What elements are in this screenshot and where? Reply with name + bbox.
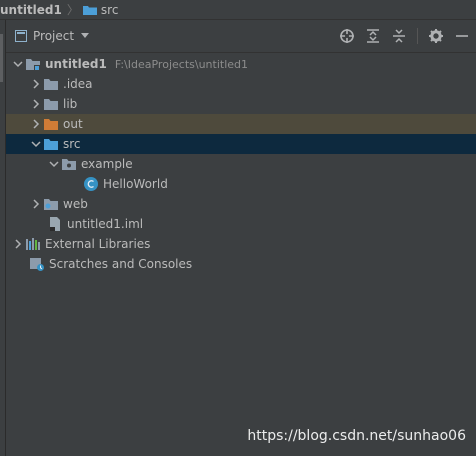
library-icon xyxy=(26,238,40,250)
tree-row-scratches[interactable]: Scratches and Consoles xyxy=(6,254,476,274)
chevron-right-icon[interactable] xyxy=(29,74,43,94)
chevron-down-icon[interactable] xyxy=(81,33,90,39)
tree-item-label: External Libraries xyxy=(45,237,151,251)
project-name: untitled1 xyxy=(45,57,107,71)
tree-row-src[interactable]: src xyxy=(6,134,476,154)
tree-row-external-libraries[interactable]: External Libraries xyxy=(6,234,476,254)
toolbar-actions xyxy=(329,20,476,52)
project-toolbar: Project xyxy=(6,20,476,53)
chevron-right-icon[interactable] xyxy=(29,94,43,114)
package-icon xyxy=(62,159,76,170)
tree-item-label: web xyxy=(63,197,88,211)
collapse-all-icon[interactable] xyxy=(391,28,407,44)
tree-item-label: Scratches and Consoles xyxy=(49,257,193,271)
toolbar-divider xyxy=(417,28,418,44)
tree-row-iml[interactable]: untitled1.iml xyxy=(6,214,476,234)
tree-item-label: .idea xyxy=(63,77,93,91)
tree-item-label: out xyxy=(63,117,83,131)
breadcrumb-folder[interactable]: src xyxy=(101,3,119,17)
expand-all-icon[interactable] xyxy=(365,28,381,44)
tree-row-web[interactable]: web xyxy=(6,194,476,214)
module-folder-icon xyxy=(26,59,40,71)
breadcrumb-project[interactable]: untitled1 xyxy=(0,3,62,17)
tree-row-lib[interactable]: lib xyxy=(6,94,476,114)
tree-row-idea[interactable]: .idea xyxy=(6,74,476,94)
minimize-icon[interactable] xyxy=(454,28,470,44)
tree-item-label: untitled1.iml xyxy=(67,217,144,231)
tree-row-helloworld[interactable]: HelloWorld xyxy=(6,174,476,194)
breadcrumb-separator: 〉 xyxy=(66,3,79,17)
file-icon xyxy=(50,217,60,231)
tree-row-example[interactable]: example xyxy=(6,154,476,174)
chevron-down-icon[interactable] xyxy=(47,154,61,174)
project-view-icon xyxy=(15,30,27,42)
breadcrumb: untitled1 〉 src xyxy=(0,0,476,20)
chevron-right-icon[interactable] xyxy=(29,114,43,134)
tool-strip-tab[interactable] xyxy=(0,34,3,82)
tree-item-label: lib xyxy=(63,97,78,111)
chevron-right-icon[interactable] xyxy=(29,194,43,214)
tree-item-label: example xyxy=(81,157,133,171)
excluded-folder-icon xyxy=(44,119,58,130)
java-class-icon xyxy=(84,177,98,191)
folder-icon xyxy=(44,99,58,110)
folder-icon xyxy=(44,79,58,90)
project-path: F:\IdeaProjects\untitled1 xyxy=(114,57,248,71)
tree-row-out[interactable]: out xyxy=(6,114,476,134)
tree-item-label: HelloWorld xyxy=(103,177,168,191)
locate-icon[interactable] xyxy=(339,28,355,44)
web-folder-icon xyxy=(44,199,58,210)
chevron-down-icon[interactable] xyxy=(29,134,43,154)
gear-icon[interactable] xyxy=(428,28,444,44)
watermark: https://blog.csdn.net/sunhao06 xyxy=(247,428,466,444)
project-panel: Project untitled1 F:\IdeaProjects\untitl… xyxy=(6,20,476,456)
scratches-icon xyxy=(30,258,44,271)
chevron-down-icon[interactable] xyxy=(11,54,25,74)
tree-row-root[interactable]: untitled1 F:\IdeaProjects\untitled1 xyxy=(6,54,476,74)
source-folder-icon xyxy=(44,139,58,150)
view-selector-label[interactable]: Project xyxy=(33,29,74,43)
folder-icon xyxy=(82,5,97,15)
tree-item-label: src xyxy=(63,137,81,151)
chevron-right-icon[interactable] xyxy=(11,234,25,254)
